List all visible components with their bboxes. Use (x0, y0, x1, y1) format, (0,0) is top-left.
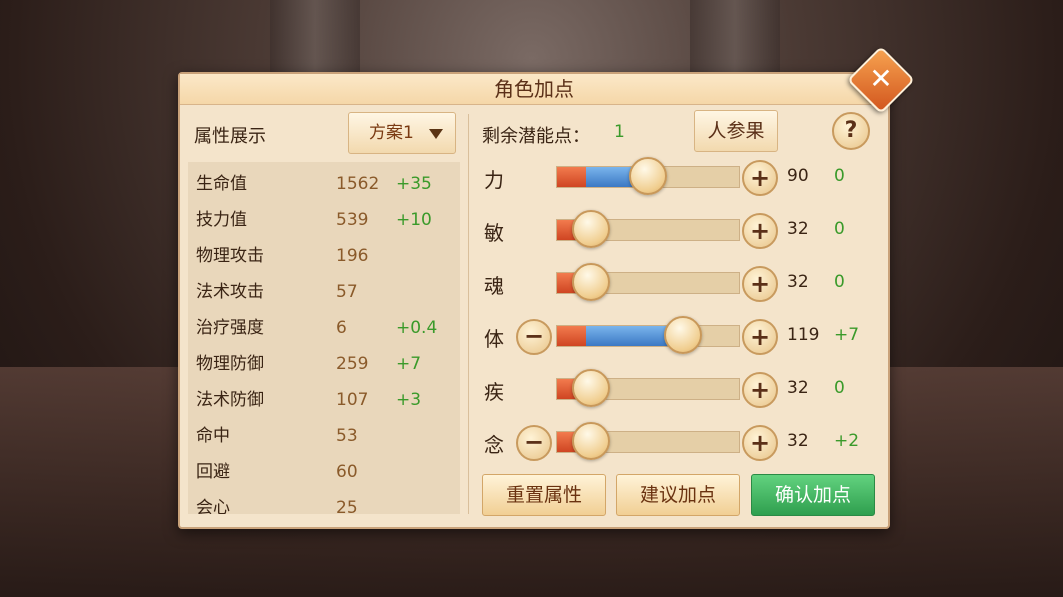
attribute-row: 魂 +32 0 (180, 263, 892, 304)
base-fill (557, 326, 586, 346)
attribute-added: +7 (834, 325, 860, 345)
attribute-value: 32 (787, 272, 809, 292)
plus-icon[interactable]: + (742, 160, 778, 196)
reset-attributes-button[interactable]: 重置属性 (482, 474, 606, 516)
help-icon[interactable]: ? (832, 112, 870, 150)
stat-name: 会心 (196, 498, 230, 514)
dialog-title: 角色加点 (494, 77, 574, 101)
attribute-points-dialog: 角色加点 属性展示 方案1 生命值 1562 +35 技力值 539 +10 物理攻击 196… (178, 72, 890, 529)
scheme-label: 方案1 (369, 123, 414, 143)
attribute-row: 体 − +119 +7 (180, 316, 892, 357)
suggest-points-button[interactable]: 建议加点 (616, 474, 740, 516)
attribute-added: 0 (834, 378, 845, 398)
attribute-added: 0 (834, 219, 845, 239)
attribute-added: 0 (834, 272, 845, 292)
slider-knob[interactable] (572, 263, 610, 301)
attribute-name: 敏 (484, 221, 504, 245)
attribute-value: 32 (787, 219, 809, 239)
attribute-name: 力 (484, 168, 504, 192)
attribute-added: 0 (834, 166, 845, 186)
attribute-row: 念 − +32 +2 (180, 422, 892, 463)
ginseng-fruit-button[interactable]: 人参果 (694, 110, 778, 152)
attribute-value: 90 (787, 166, 809, 186)
slider-knob[interactable] (572, 210, 610, 248)
attribute-added: +2 (834, 431, 860, 451)
slider-knob[interactable] (629, 157, 667, 195)
attribute-value: 32 (787, 378, 809, 398)
attribute-value: 32 (787, 431, 809, 451)
attribute-name: 念 (484, 433, 504, 457)
attribute-name: 体 (484, 327, 504, 351)
plus-icon[interactable]: + (742, 372, 778, 408)
dropdown-arrow-icon (429, 129, 443, 139)
attribute-name: 疾 (484, 380, 504, 404)
dialog-title-bar: 角色加点 (180, 74, 888, 105)
attribute-display-header: 属性展示 (194, 126, 266, 147)
plus-icon[interactable]: + (742, 425, 778, 461)
attribute-row: 力 +90 0 (180, 157, 892, 198)
attribute-row: 疾 +32 0 (180, 369, 892, 410)
attribute-name: 魂 (484, 274, 504, 298)
attribute-row: 敏 +32 0 (180, 210, 892, 251)
scheme-dropdown[interactable]: 方案1 (348, 112, 456, 154)
stat-row: 会心 25 (188, 490, 460, 514)
base-fill (557, 167, 586, 187)
stat-value: 25 (336, 498, 358, 514)
slider-knob[interactable] (572, 422, 610, 460)
close-icon[interactable]: ✕ (857, 56, 905, 104)
plus-icon[interactable]: + (742, 319, 778, 355)
attribute-slider-track[interactable] (556, 325, 740, 347)
minus-icon[interactable]: − (516, 425, 552, 461)
minus-icon[interactable]: − (516, 319, 552, 355)
plus-icon[interactable]: + (742, 266, 778, 302)
remaining-points-value: 1 (614, 122, 625, 142)
attribute-value: 119 (787, 325, 820, 345)
slider-knob[interactable] (572, 369, 610, 407)
remaining-points-label: 剩余潜能点： (482, 126, 590, 147)
plus-icon[interactable]: + (742, 213, 778, 249)
slider-knob[interactable] (664, 316, 702, 354)
confirm-points-button[interactable]: 确认加点 (751, 474, 875, 516)
